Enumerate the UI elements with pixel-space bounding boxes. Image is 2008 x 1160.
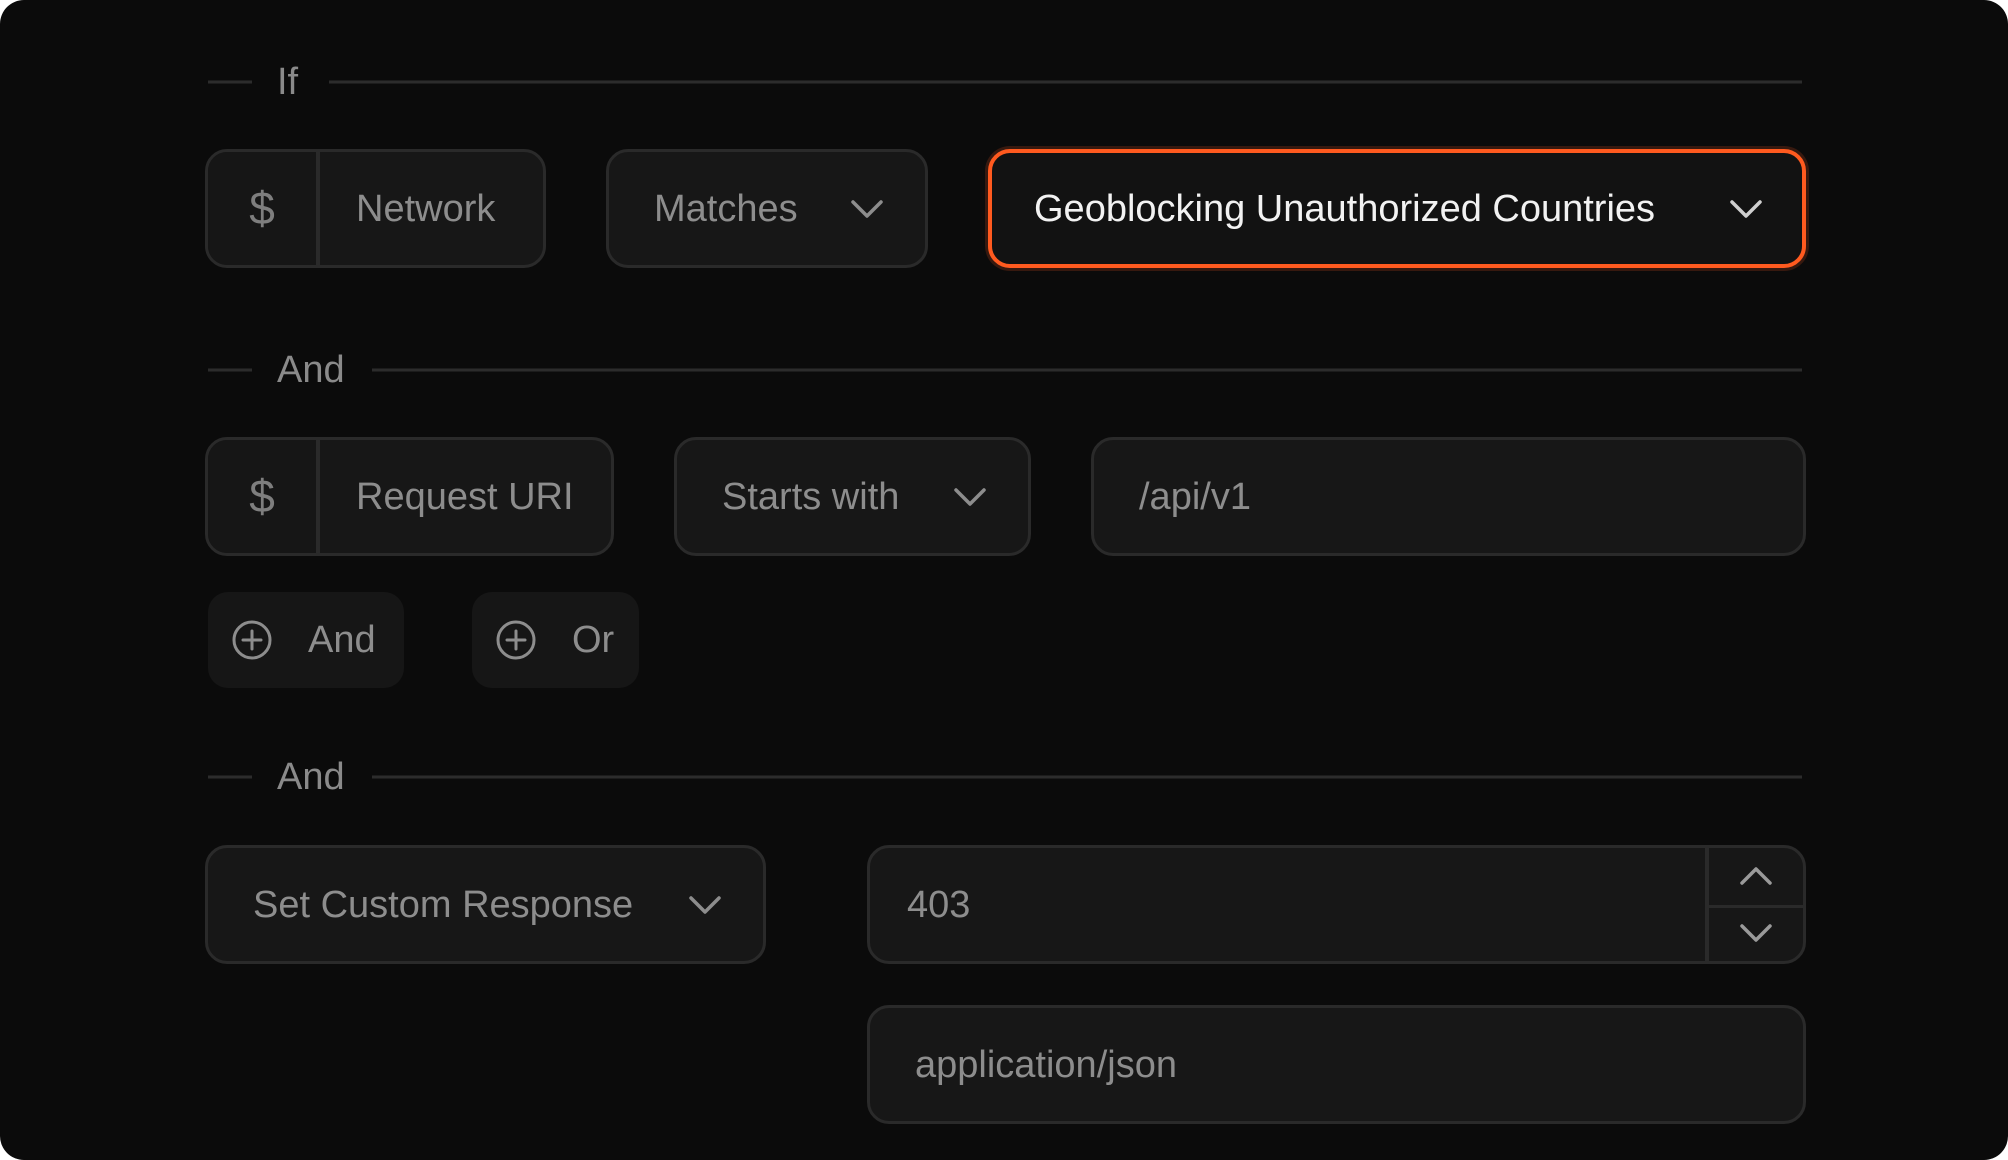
- header-rule: [372, 368, 1802, 372]
- increment-button[interactable]: [1709, 848, 1803, 908]
- section-label-if: If: [277, 61, 299, 103]
- dollar-icon: $: [249, 181, 275, 234]
- variable-prefix: $: [208, 152, 320, 265]
- chevron-up-icon: [1740, 867, 1772, 885]
- header-rule: [372, 775, 1802, 779]
- operator-label: Starts with: [722, 475, 900, 518]
- action-label: Set Custom Response: [253, 883, 634, 926]
- variable-label: Network: [356, 187, 496, 230]
- operator-select-starts-with[interactable]: Starts with: [674, 437, 1031, 556]
- section-header-if: If: [208, 52, 1802, 112]
- section-header-and-action: And: [208, 747, 1802, 807]
- status-code-value: 403: [907, 883, 971, 926]
- decrement-button[interactable]: [1709, 905, 1803, 962]
- content-type-value: application/json: [915, 1043, 1177, 1086]
- status-code-input[interactable]: 403: [867, 845, 1806, 964]
- rule-builder-panel: If $ Network Matches Geoblocking Unautho…: [0, 0, 2008, 1160]
- chevron-down-icon: [689, 895, 721, 914]
- section-label-and: And: [277, 349, 345, 391]
- chevron-down-icon: [1740, 924, 1772, 942]
- chevron-down-icon: [1730, 199, 1762, 218]
- add-and-label: And: [308, 619, 376, 661]
- header-dash: [208, 80, 252, 84]
- value-input-uri[interactable]: /api/v1: [1091, 437, 1806, 556]
- section-label-and: And: [277, 756, 345, 798]
- header-dash: [208, 775, 252, 779]
- add-or-label: Or: [572, 619, 615, 661]
- action-select[interactable]: Set Custom Response: [205, 845, 766, 964]
- variable-label: Request URI: [356, 475, 574, 518]
- add-and-button[interactable]: And: [208, 592, 404, 688]
- plus-circle-icon: [496, 620, 536, 660]
- header-dash: [208, 368, 252, 372]
- operator-label: Matches: [654, 187, 798, 230]
- variable-field-network[interactable]: $ Network: [205, 149, 546, 268]
- input-value: /api/v1: [1139, 475, 1251, 518]
- section-header-and: And: [208, 340, 1802, 400]
- operator-select-matches[interactable]: Matches: [606, 149, 928, 268]
- dollar-icon: $: [249, 469, 275, 522]
- value-select-geoblocking[interactable]: Geoblocking Unauthorized Countries: [988, 149, 1806, 268]
- plus-circle-icon: [232, 620, 272, 660]
- number-stepper: [1705, 848, 1803, 961]
- add-or-button[interactable]: Or: [472, 592, 639, 688]
- content-type-input[interactable]: application/json: [867, 1005, 1806, 1124]
- value-label: Geoblocking Unauthorized Countries: [1034, 187, 1656, 230]
- variable-prefix: $: [208, 440, 320, 553]
- variable-field-request-uri[interactable]: $ Request URI: [205, 437, 614, 556]
- chevron-down-icon: [954, 487, 986, 506]
- chevron-down-icon: [851, 199, 883, 218]
- header-rule: [329, 80, 1802, 84]
